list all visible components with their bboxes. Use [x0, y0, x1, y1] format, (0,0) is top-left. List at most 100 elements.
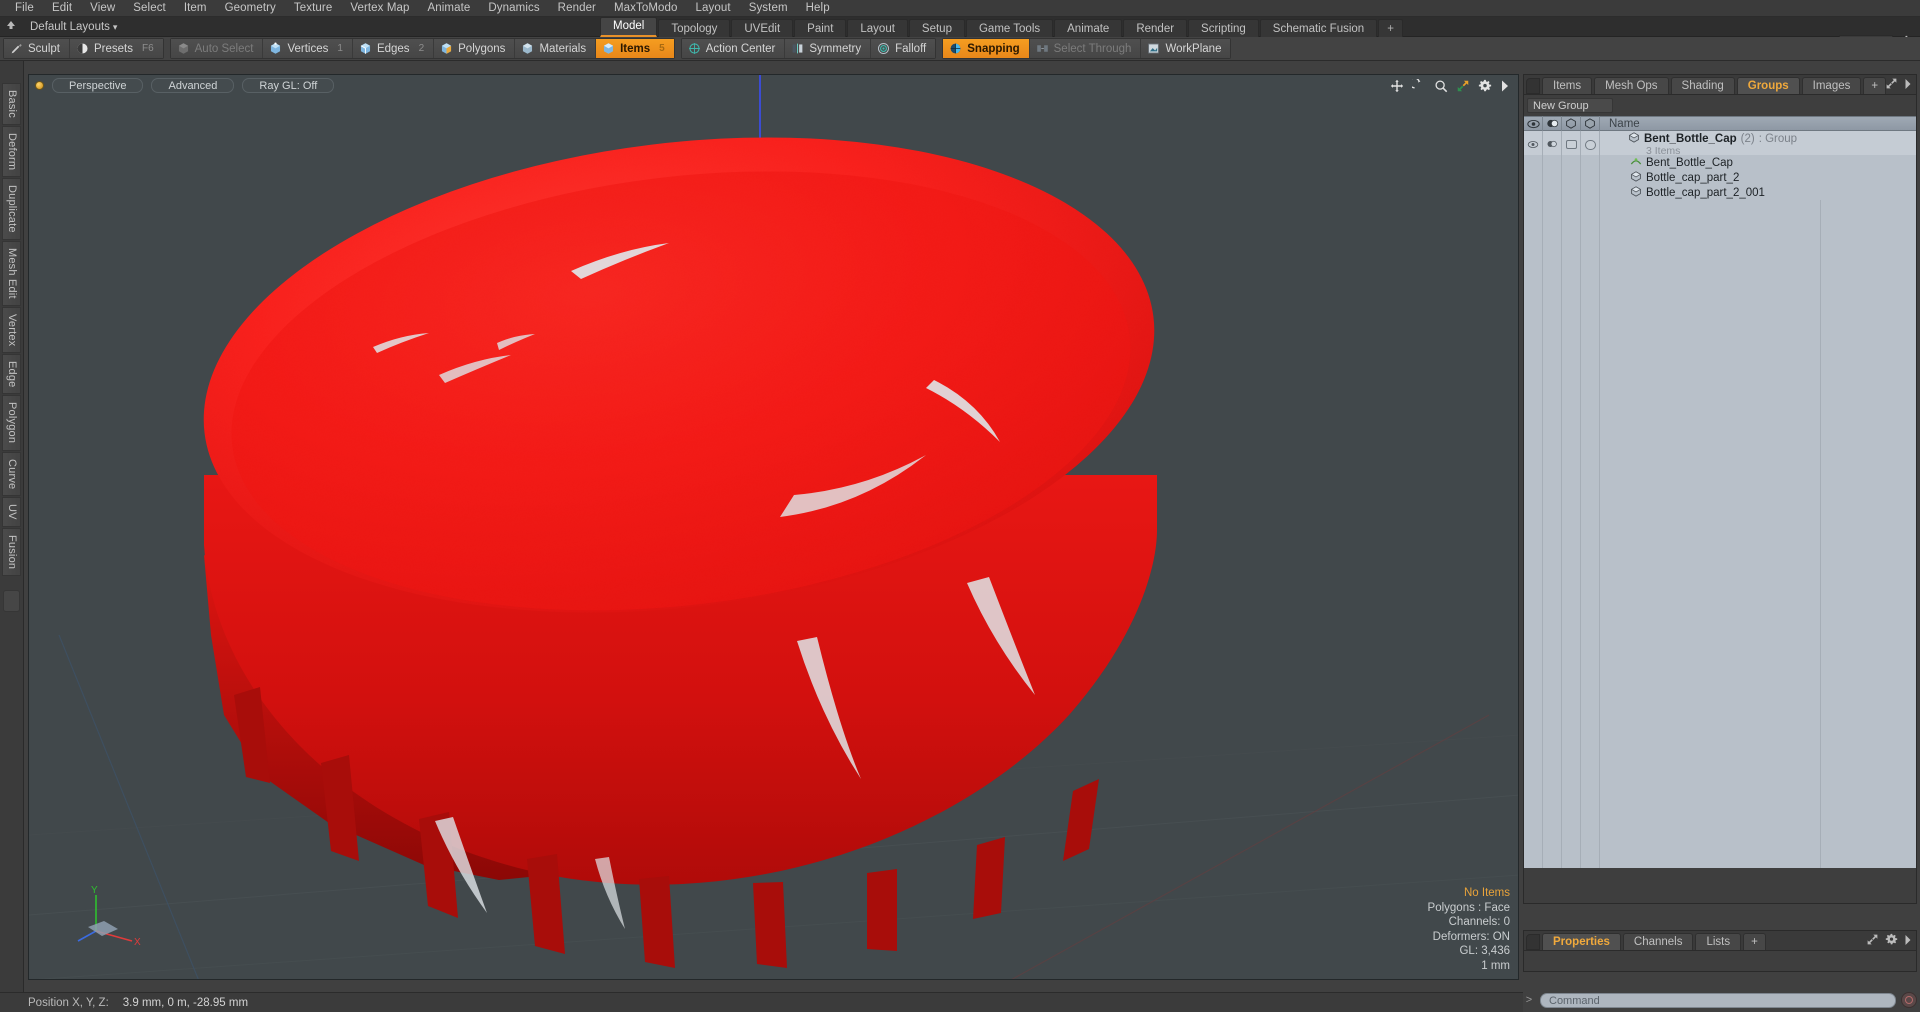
home-up-icon[interactable] — [0, 19, 22, 34]
menu-item-edit[interactable]: Edit — [43, 0, 81, 16]
expand-icon[interactable] — [1866, 933, 1879, 951]
presets-button[interactable]: Presets F6 — [69, 39, 163, 58]
rail-tab-basic[interactable]: Basic — [2, 83, 21, 125]
edges-mode-button[interactable]: Edges 2 — [352, 39, 435, 58]
row-eye-toggle[interactable] — [1524, 185, 1543, 200]
axis-gizmo[interactable]: Y X — [74, 879, 144, 949]
falloff-button[interactable]: Falloff — [871, 39, 936, 58]
layout-tab-paint[interactable]: Paint — [794, 19, 847, 37]
layout-tab-game-tools[interactable]: Game Tools — [965, 19, 1054, 37]
menu-item-select[interactable]: Select — [124, 0, 175, 16]
menu-item-help[interactable]: Help — [797, 0, 839, 16]
snapping-button[interactable]: Snapping — [943, 39, 1030, 58]
row-render-toggle[interactable] — [1543, 185, 1562, 200]
tab-lists[interactable]: Lists — [1695, 933, 1742, 950]
auto-select-button[interactable]: Auto Select — [170, 39, 264, 58]
row-shade-checkbox[interactable] — [1581, 131, 1600, 155]
menu-item-item[interactable]: Item — [175, 0, 216, 16]
wire-checkbox[interactable] — [1565, 140, 1577, 149]
viewport-projection-button[interactable]: Perspective — [52, 77, 144, 93]
table-row[interactable]: Bent_Bottle_Cap (2) : Group 3 Items — [1524, 131, 1916, 157]
command-input[interactable]: Command — [1540, 992, 1896, 1008]
wire-icon[interactable] — [1562, 116, 1581, 131]
row-render-toggle[interactable] — [1543, 155, 1562, 170]
table-row[interactable]: Bottle_cap_part_2 — [1524, 170, 1916, 185]
shade-checkbox[interactable] — [1584, 139, 1596, 150]
menu-item-dynamics[interactable]: Dynamics — [479, 0, 548, 16]
row-shade-checkbox[interactable] — [1581, 170, 1600, 185]
row-wire-checkbox[interactable] — [1562, 155, 1581, 170]
menu-item-file[interactable]: File — [6, 0, 43, 16]
menu-item-system[interactable]: System — [740, 0, 797, 16]
chevron-right-icon[interactable] — [1904, 77, 1912, 95]
move-icon[interactable] — [1390, 79, 1404, 93]
rotate-icon[interactable] — [1412, 79, 1426, 93]
menu-item-geometry[interactable]: Geometry — [216, 0, 285, 16]
panel-corner-menu[interactable] — [1526, 78, 1540, 94]
properties-corner-menu[interactable] — [1526, 934, 1540, 950]
table-row[interactable]: Bent_Bottle_Cap — [1524, 155, 1916, 170]
items-mode-button[interactable]: Items 5 — [596, 39, 674, 58]
rail-tab-deform[interactable]: Deform — [2, 125, 21, 178]
row-eye-toggle[interactable] — [1524, 170, 1543, 185]
row-render-toggle[interactable] — [1543, 131, 1562, 155]
expand-icon[interactable] — [1885, 77, 1898, 95]
sculpt-button[interactable]: Sculpt — [4, 39, 70, 58]
zoom-icon[interactable] — [1434, 79, 1448, 93]
default-layouts-dropdown[interactable]: Default Layouts ▾ — [22, 21, 125, 33]
menu-item-animate[interactable]: Animate — [419, 0, 480, 16]
gear-icon[interactable] — [1478, 79, 1492, 93]
select-through-button[interactable]: Select Through — [1029, 39, 1142, 58]
viewport-shading-button[interactable]: Advanced — [151, 77, 235, 93]
new-group-button[interactable]: New Group — [1527, 98, 1613, 113]
add-panel-tab-button[interactable]: + — [1863, 77, 1887, 94]
materials-mode-button[interactable]: Materials — [515, 39, 597, 58]
tab-items[interactable]: Items — [1542, 77, 1593, 94]
layout-tab-model[interactable]: Model — [600, 17, 658, 37]
tab-shading[interactable]: Shading — [1670, 77, 1735, 94]
row-shade-checkbox[interactable] — [1581, 155, 1600, 170]
3d-viewport[interactable]: Perspective Advanced Ray GL: Off Y X No … — [28, 74, 1519, 980]
row-eye-toggle[interactable] — [1524, 155, 1543, 170]
menu-item-render[interactable]: Render — [549, 0, 605, 16]
viewport-menu-dot[interactable] — [35, 80, 44, 90]
symmetry-button[interactable]: Symmetry — [785, 39, 872, 58]
layout-tab-schematic-fusion[interactable]: Schematic Fusion — [1259, 19, 1378, 37]
row-wire-checkbox[interactable] — [1562, 170, 1581, 185]
tree-item-group[interactable]: Bent_Bottle_Cap (2) : Group — [1622, 132, 1797, 146]
rail-tab-curve[interactable]: Curve — [2, 451, 21, 496]
tab-mesh-ops[interactable]: Mesh Ops — [1594, 77, 1669, 94]
rail-tab-vertex[interactable]: Vertex — [2, 306, 21, 353]
workplane-button[interactable]: WorkPlane — [1141, 39, 1231, 58]
tree-item-child[interactable]: Bottle_cap_part_2_001 — [1600, 185, 1765, 200]
layout-tab-setup[interactable]: Setup — [908, 19, 965, 37]
layout-tab-animate[interactable]: Animate — [1054, 19, 1123, 37]
play-arrow-icon[interactable] — [1500, 79, 1510, 93]
rail-tab-edge[interactable]: Edge — [2, 353, 21, 395]
tree-item-child[interactable]: Bent_Bottle_Cap — [1600, 156, 1733, 170]
row-eye-toggle[interactable] — [1524, 131, 1543, 155]
record-icon[interactable] — [1901, 992, 1917, 1008]
menu-item-maxtomodo[interactable]: MaxToModo — [605, 0, 687, 16]
tab-images[interactable]: Images — [1801, 77, 1862, 94]
tab-properties[interactable]: Properties — [1542, 933, 1621, 950]
viewport-raygl-button[interactable]: Ray GL: Off — [242, 77, 335, 93]
chevron-right-icon[interactable] — [1904, 933, 1912, 951]
eye-icon[interactable] — [1524, 116, 1543, 131]
row-wire-checkbox[interactable] — [1562, 185, 1581, 200]
row-render-toggle[interactable] — [1543, 170, 1562, 185]
layout-tab-topology[interactable]: Topology — [658, 19, 731, 37]
layout-tab-uvedit[interactable]: UVEdit — [731, 19, 794, 37]
action-center-button[interactable]: Action Center — [681, 39, 786, 58]
shaded-icon[interactable] — [1581, 116, 1600, 131]
vertices-mode-button[interactable]: Vertices 1 — [263, 39, 353, 58]
layout-tab-layout[interactable]: Layout — [847, 19, 908, 37]
polygons-mode-button[interactable]: Polygons — [434, 39, 516, 58]
rail-tab-mesh-edit[interactable]: Mesh Edit — [2, 240, 21, 306]
menu-item-texture[interactable]: Texture — [285, 0, 341, 16]
rail-tab-uv[interactable]: UV — [2, 496, 21, 527]
add-layout-tab-button[interactable]: + — [1378, 19, 1403, 37]
rail-tab-fusion[interactable]: Fusion — [2, 527, 21, 576]
tab-channels[interactable]: Channels — [1622, 933, 1694, 950]
rail-extra-button[interactable] — [3, 589, 20, 612]
